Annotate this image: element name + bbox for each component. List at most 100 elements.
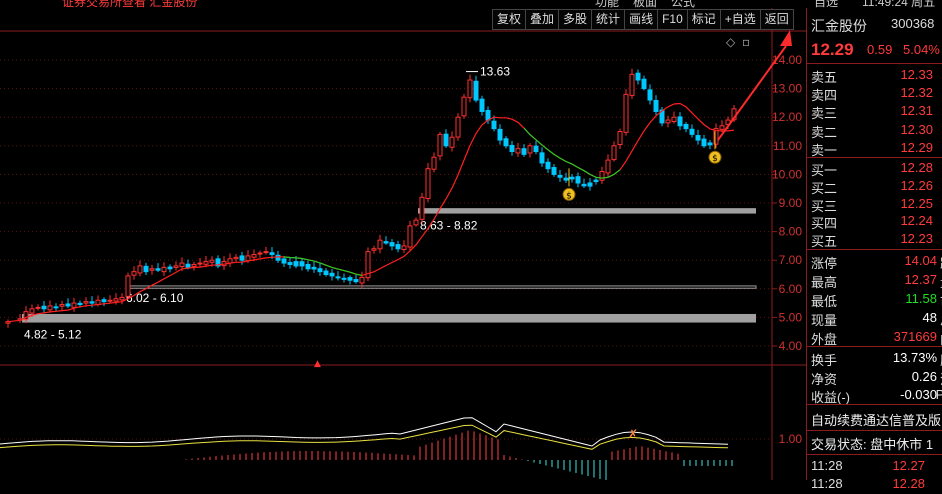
candle-body xyxy=(77,302,83,306)
candle-body xyxy=(521,148,527,155)
support-zone xyxy=(22,313,756,323)
ask-level-row[interactable]: 卖三 12.31 xyxy=(811,103,942,121)
candle-body xyxy=(635,72,641,81)
mark-button[interactable]: 标记 xyxy=(686,9,720,30)
candle-body xyxy=(593,179,599,183)
candle-body xyxy=(101,299,107,303)
candle-body xyxy=(617,131,623,146)
stat-label: 涨停 xyxy=(811,256,838,271)
news-ticker[interactable]: 自动续费通达信普及版 xyxy=(811,410,942,428)
stat-row[interactable]: 现量48总 xyxy=(811,310,942,328)
candle-body xyxy=(299,261,305,267)
stat-label: 最高 xyxy=(811,275,838,290)
top-menu-strip: 证券交易所查看 汇金股份 功能 板面 公式 自选 11:49:24 周五 xyxy=(0,0,942,8)
draw-line-button[interactable]: 画线 xyxy=(624,9,658,30)
f10-button[interactable]: F10 xyxy=(657,9,687,30)
statistics-button[interactable]: 统计 xyxy=(591,9,625,30)
tick-row: 11:28 12.27 xyxy=(811,458,942,476)
ask-level-row[interactable]: 卖五 12.33 xyxy=(811,67,942,85)
candle-body xyxy=(185,263,191,268)
candle-body xyxy=(407,225,413,248)
collapse-icon[interactable]: ▫ xyxy=(742,35,750,49)
overlay-button[interactable]: 叠加 xyxy=(525,9,559,30)
candle-body xyxy=(395,244,401,250)
multi-stock-button[interactable]: 多股 xyxy=(558,9,592,30)
stat-value: 0.26 xyxy=(911,368,937,384)
candle-body xyxy=(527,145,533,154)
candle-body xyxy=(449,136,455,148)
ask-level-label: 卖一 xyxy=(811,142,838,158)
menu-layout[interactable]: 板面 xyxy=(633,0,657,8)
stat-row[interactable]: 最低11.58市 xyxy=(811,291,942,309)
bid-level-label: 买一 xyxy=(811,163,838,178)
candle-body xyxy=(455,116,461,138)
money-bag-glyph: $ xyxy=(712,154,718,164)
stat-row[interactable]: 外盘371669内 xyxy=(811,329,942,347)
bid-level-row[interactable]: 买四 12.24 xyxy=(811,213,942,231)
bid-level-row[interactable]: 买一 12.28 xyxy=(811,160,942,178)
menu-watchlist[interactable]: 自选 xyxy=(814,0,838,8)
candle-body xyxy=(545,161,551,170)
candle-body xyxy=(371,248,377,251)
bid-level-row[interactable]: 买三 12.25 xyxy=(811,196,942,214)
candle-body xyxy=(383,241,389,244)
tick-price: 12.28 xyxy=(892,476,925,491)
menu-formula[interactable]: 公式 xyxy=(671,0,695,8)
support-zone xyxy=(125,285,757,289)
candle-body xyxy=(419,196,425,220)
bid-level-value: 12.26 xyxy=(900,177,933,193)
candle-body xyxy=(179,262,185,268)
price-tick-label: 12.00 xyxy=(772,110,802,124)
price-tick-label: 10.00 xyxy=(772,167,802,181)
ask-level-value: 12.29 xyxy=(900,139,933,155)
stat-row[interactable]: 净资0.26流 xyxy=(811,369,942,387)
dif-line xyxy=(0,417,729,447)
add-watchlist-button[interactable]: +自选 xyxy=(719,9,760,30)
ask-level-row[interactable]: 卖四 12.32 xyxy=(811,85,942,103)
diamond-icon[interactable]: ◇ xyxy=(726,35,736,49)
price-tick-label: 8.00 xyxy=(779,225,803,239)
candle-body xyxy=(251,253,257,258)
candle-body xyxy=(473,80,479,101)
candle-body xyxy=(461,96,467,117)
restore-rights-button[interactable]: 复权 xyxy=(492,9,526,30)
ask-level-value: 12.33 xyxy=(900,67,933,82)
candle-body xyxy=(197,262,203,265)
candle-body xyxy=(119,296,125,301)
candle-body xyxy=(359,276,365,284)
bid-level-value: 12.23 xyxy=(900,231,933,247)
candle-body xyxy=(47,305,53,311)
signal-triangle-icon: ▲ xyxy=(314,359,321,369)
stat-value: -0.030 xyxy=(900,387,937,402)
candle-body xyxy=(137,265,143,274)
kline-chart-area[interactable]: 4.82 - 5.12 6.02 - 6.10 8.63 - 8.82 ✗ 14.0… xyxy=(0,8,806,481)
candle-body xyxy=(347,277,353,281)
ask-level-row[interactable]: 卖二 12.30 xyxy=(811,122,942,140)
candle-body xyxy=(245,255,251,262)
price-change-pct: 5.04% xyxy=(903,42,940,57)
candle-body xyxy=(335,276,341,279)
stock-name: 汇金股份 xyxy=(811,18,867,34)
ask-level-row[interactable]: 卖一 12.29 xyxy=(811,140,942,158)
candle-body xyxy=(155,268,161,271)
zone-label: 8.63 - 8.82 xyxy=(420,219,478,233)
candle-body xyxy=(275,254,281,261)
menu-function[interactable]: 功能 xyxy=(595,0,619,8)
candle-body xyxy=(269,252,275,255)
stat-row[interactable]: 涨停14.04跌 xyxy=(811,253,942,271)
candle-body xyxy=(143,265,149,273)
stat-row[interactable]: 最高12.37量 xyxy=(811,272,942,290)
candle-body xyxy=(467,79,473,99)
candle-body xyxy=(695,135,701,141)
back-button[interactable]: 返回 xyxy=(759,9,794,30)
stat-row[interactable]: 换手13.73%股 xyxy=(811,350,942,368)
candle-body xyxy=(329,272,335,277)
candle-body xyxy=(689,128,695,135)
bid-level-row[interactable]: 买二 12.26 xyxy=(811,178,942,196)
kline-chart[interactable]: 4.82 - 5.126.02 - 6.108.63 - 8.82 ✗ 14.0… xyxy=(0,8,806,481)
top-title: 证券交易所查看 汇金股份 xyxy=(62,0,198,8)
stat-row[interactable]: 收益(-)-0.030PE xyxy=(811,387,942,405)
bid-level-row[interactable]: 买五 12.23 xyxy=(811,231,942,249)
candle-body xyxy=(353,279,359,283)
ask-level-label: 卖二 xyxy=(811,124,838,140)
